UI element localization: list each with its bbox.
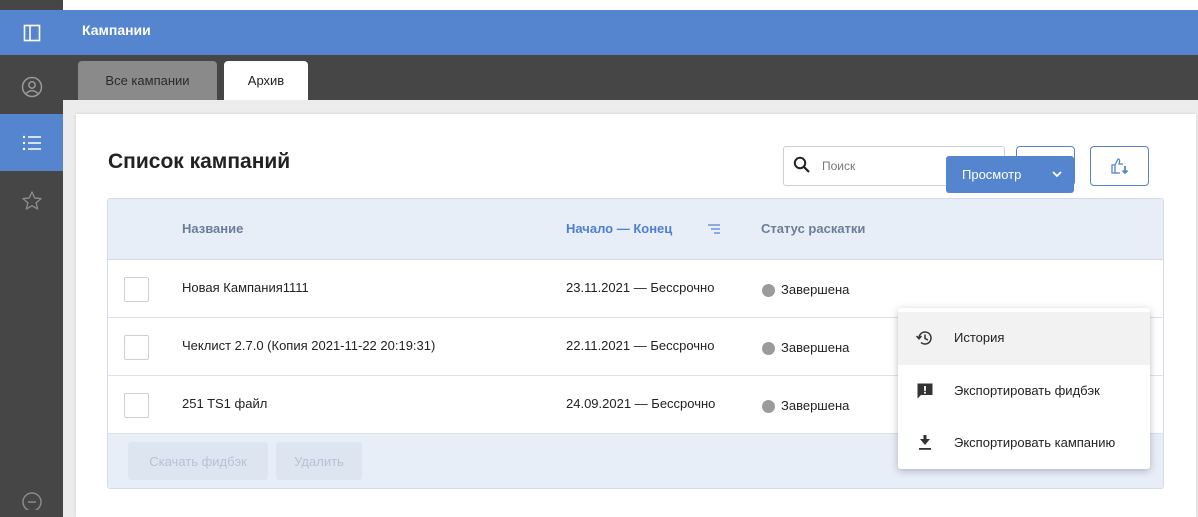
rail-item-logout[interactable] <box>0 480 63 517</box>
campaign-name: Новая Кампания1111 <box>182 280 309 295</box>
campaign-name: 251 TS1 файл <box>182 396 268 411</box>
logout-icon <box>21 491 42 510</box>
tab-bar: Все кампании Архив <box>63 55 1198 100</box>
sort-icon[interactable] <box>708 223 720 235</box>
rail-item-favorites[interactable] <box>0 172 63 229</box>
view-button-label: Просмотр <box>962 167 1022 182</box>
panel-toggle-button[interactable] <box>0 10 63 55</box>
thumbs-up-download-icon <box>1110 158 1128 175</box>
feedback-icon <box>917 383 933 399</box>
column-header-status[interactable]: Статус раскатки <box>761 221 865 236</box>
status-indicator <box>762 342 775 355</box>
status-indicator <box>762 284 775 297</box>
rail-item-campaigns[interactable] <box>0 114 63 171</box>
row-checkbox[interactable] <box>124 277 149 302</box>
column-header-period[interactable]: Начало — Конец <box>566 221 672 236</box>
page-title: Список кампаний <box>108 150 291 173</box>
menu-item-label: Экспортировать фидбэк <box>954 383 1100 398</box>
campaign-status: Завершена <box>781 398 850 413</box>
row-actions-menu: История Экспортировать фидбэк Экспортиро… <box>898 308 1150 469</box>
menu-item-label: История <box>954 330 1005 345</box>
row-checkbox[interactable] <box>124 393 149 418</box>
column-header-name[interactable]: Название <box>182 221 243 236</box>
menu-item-export-feedback[interactable]: Экспортировать фидбэк <box>898 365 1150 418</box>
menu-item-history[interactable]: История <box>898 312 1150 365</box>
tab-all-campaigns[interactable]: Все кампании <box>78 61 217 100</box>
table-header: Название Начало — Конец Статус раскатки <box>108 199 1163 260</box>
campaign-status: Завершена <box>781 340 850 355</box>
top-header: Кампании <box>63 10 1198 55</box>
header-title: Кампании <box>82 22 151 38</box>
chevron-down-icon[interactable] <box>1051 168 1063 180</box>
download-feedback-button[interactable]: Скачать фидбэк <box>128 442 268 480</box>
status-indicator <box>762 400 775 413</box>
campaign-name: Чеклист 2.7.0 (Копия 2021-11-22 20:19:31… <box>182 338 436 353</box>
history-icon <box>916 331 932 345</box>
list-icon <box>22 135 41 150</box>
tab-archive[interactable]: Архив <box>224 61 308 100</box>
user-circle-icon <box>21 76 42 97</box>
campaign-status: Завершена <box>781 282 850 297</box>
panel-toggle-icon <box>23 24 40 41</box>
star-icon <box>21 190 42 210</box>
feedback-sort-button[interactable] <box>1090 146 1149 186</box>
delete-button[interactable]: Удалить <box>276 442 362 480</box>
menu-item-export-campaign[interactable]: Экспортировать кампанию <box>898 417 1150 470</box>
campaign-period: 24.09.2021 — Бессрочно <box>566 396 716 411</box>
row-checkbox[interactable] <box>124 335 149 360</box>
view-button[interactable]: Просмотр <box>946 156 1074 193</box>
campaign-period: 22.11.2021 — Бессрочно <box>566 338 715 353</box>
rail-item-profile[interactable] <box>0 58 63 115</box>
download-icon <box>919 435 931 450</box>
menu-item-label: Экспортировать кампанию <box>954 435 1116 450</box>
search-icon <box>793 156 810 173</box>
campaign-period: 23.11.2021 — Бессрочно <box>566 280 715 295</box>
left-rail <box>0 0 63 517</box>
